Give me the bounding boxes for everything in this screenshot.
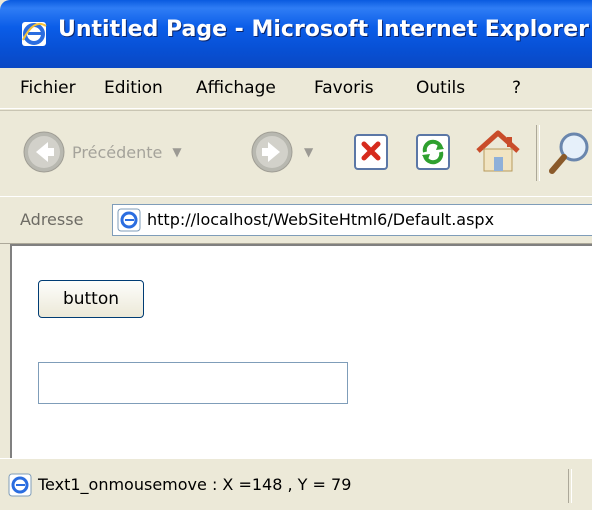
status-separator bbox=[568, 469, 572, 503]
back-button[interactable]: Précédente ▼ bbox=[22, 127, 182, 177]
menu-bar: Fichier Edition Affichage Favoris Outils… bbox=[0, 68, 592, 109]
toolbar: Précédente ▼ ▼ bbox=[0, 110, 592, 197]
address-label: Adresse bbox=[20, 210, 84, 229]
text1-input[interactable] bbox=[38, 362, 348, 404]
title-bar[interactable]: Untitled Page - Microsoft Internet Explo… bbox=[0, 0, 592, 68]
page-icon bbox=[117, 208, 141, 232]
chevron-down-icon[interactable]: ▼ bbox=[304, 145, 313, 159]
refresh-icon bbox=[416, 134, 450, 170]
menu-edition[interactable]: Edition bbox=[104, 78, 163, 98]
stop-icon bbox=[354, 134, 388, 170]
ie-icon bbox=[22, 22, 47, 46]
stop-button[interactable] bbox=[352, 127, 392, 177]
browser-window: Untitled Page - Microsoft Internet Explo… bbox=[0, 0, 592, 510]
window-title: Untitled Page - Microsoft Internet Explo… bbox=[58, 17, 589, 42]
home-button[interactable] bbox=[474, 127, 522, 177]
page-content: button bbox=[10, 244, 592, 460]
address-input[interactable]: http://localhost/WebSiteHtml6/Default.as… bbox=[112, 204, 592, 236]
search-button[interactable] bbox=[548, 127, 592, 177]
forward-icon bbox=[251, 131, 293, 173]
address-bar: Adresse http://localhost/WebSiteHtml6/De… bbox=[0, 196, 592, 244]
page-icon bbox=[8, 473, 32, 497]
status-bar: Text1_onmousemove : X =148 , Y = 79 bbox=[0, 458, 592, 510]
status-text: Text1_onmousemove : X =148 , Y = 79 bbox=[38, 475, 352, 494]
forward-button[interactable]: ▼ bbox=[250, 127, 313, 177]
toolbar-separator bbox=[536, 125, 540, 181]
menu-affichage[interactable]: Affichage bbox=[196, 78, 276, 98]
back-icon bbox=[23, 131, 65, 173]
home-icon bbox=[476, 130, 520, 172]
search-icon bbox=[549, 132, 589, 174]
page-button[interactable]: button bbox=[38, 280, 144, 318]
menu-fichier[interactable]: Fichier bbox=[20, 78, 76, 98]
menu-help[interactable]: ? bbox=[512, 78, 521, 98]
menu-favoris[interactable]: Favoris bbox=[314, 78, 374, 98]
menu-outils[interactable]: Outils bbox=[416, 78, 465, 98]
back-label: Précédente bbox=[72, 142, 163, 162]
refresh-button[interactable] bbox=[414, 127, 454, 177]
address-url: http://localhost/WebSiteHtml6/Default.as… bbox=[147, 210, 495, 229]
chevron-down-icon[interactable]: ▼ bbox=[172, 145, 181, 159]
